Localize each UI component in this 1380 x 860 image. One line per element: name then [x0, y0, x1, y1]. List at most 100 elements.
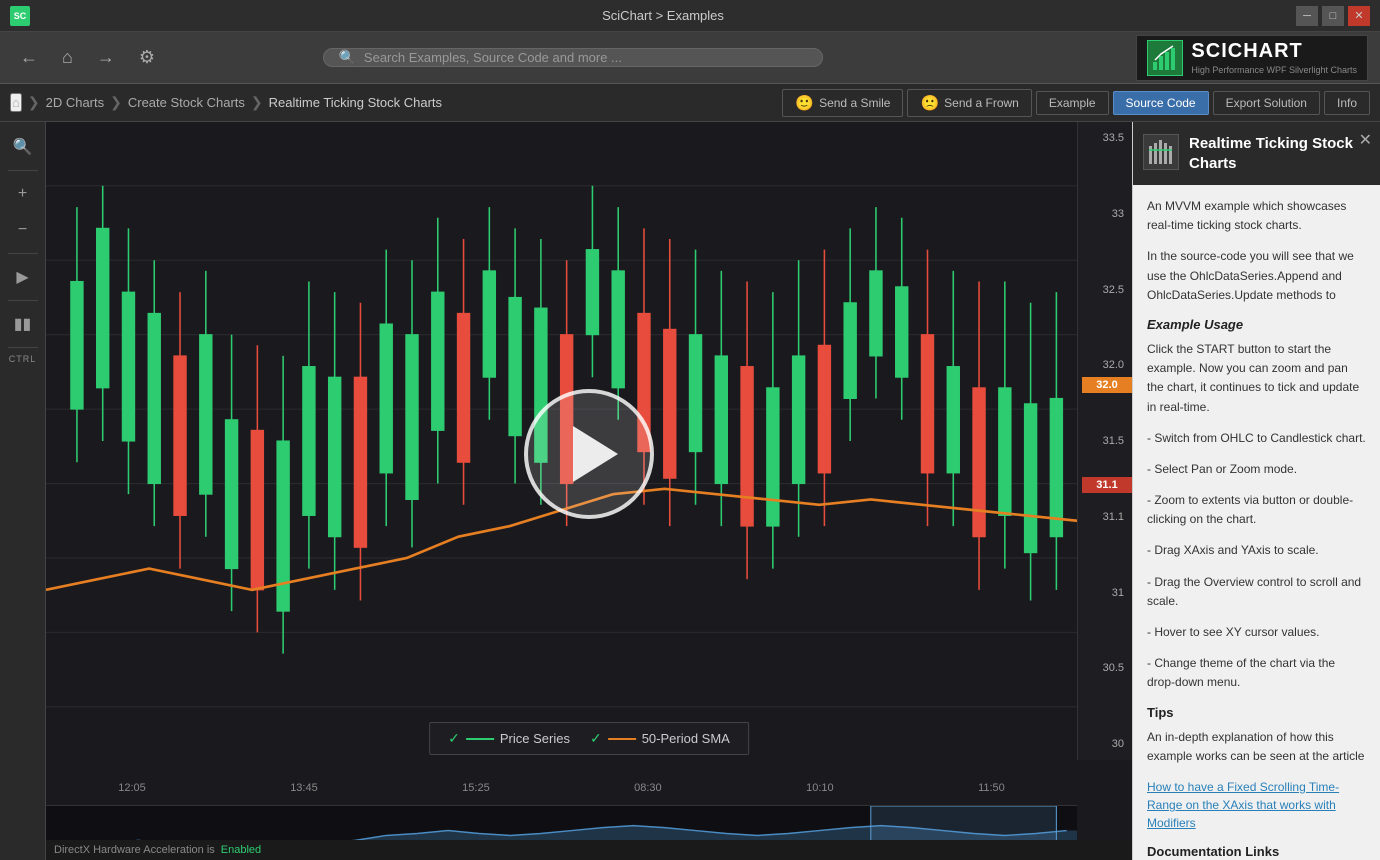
info-button[interactable]: Info — [1324, 91, 1370, 115]
x-axis: 12:05 13:45 15:25 08:30 10:10 11:50 — [46, 776, 1077, 800]
info-label: Info — [1337, 96, 1357, 110]
play-overlay-button[interactable] — [524, 389, 654, 519]
legend-price-series-label: Price Series — [500, 731, 570, 746]
logo-icon — [1147, 40, 1183, 76]
example-usage-title: Example Usage — [1147, 317, 1366, 332]
play-button[interactable]: ▶ — [4, 260, 42, 294]
logo-name: SCICHART — [1191, 40, 1357, 63]
example-tab[interactable]: Example — [1036, 91, 1109, 115]
send-smile-label: Send a Smile — [819, 96, 890, 110]
y-label-7: 31 — [1082, 587, 1128, 599]
status-bar: DirectX Hardware Acceleration is Enabled — [46, 840, 1132, 860]
y-label-2: 33 — [1082, 208, 1128, 220]
legend-check-green: ✓ — [448, 730, 460, 747]
send-frown-button[interactable]: 🙁 Send a Frown — [907, 89, 1031, 117]
y-label-6: 31.1 — [1082, 511, 1128, 523]
tips-title: Tips — [1147, 705, 1366, 720]
breadcrumb-2d-charts[interactable]: 2D Charts — [46, 95, 105, 110]
breadcrumb-create-stock-charts[interactable]: Create Stock Charts — [128, 95, 245, 110]
left-toolbar: 🔍 + − ▶ ▮▮ CTRL — [0, 122, 46, 860]
legend-check-orange: ✓ — [590, 730, 602, 747]
legend-sma: ✓ 50-Period SMA — [590, 730, 730, 747]
panel-title: Realtime Ticking Stock Charts — [1189, 134, 1366, 173]
export-solution-label: Export Solution — [1226, 96, 1307, 110]
search-input[interactable] — [364, 50, 809, 65]
window-controls: ─ □ ✕ — [1296, 6, 1370, 26]
main-content: 🔍 + − ▶ ▮▮ CTRL — [0, 122, 1380, 860]
price-badge-red: 31.1 — [1082, 477, 1132, 493]
minimize-button[interactable]: ─ — [1296, 6, 1318, 26]
zoom-in-button[interactable]: + — [4, 177, 42, 211]
right-panel-body: An MVVM example which showcases real-tim… — [1133, 185, 1380, 860]
zoom-out-button[interactable]: − — [4, 213, 42, 247]
export-solution-button[interactable]: Export Solution — [1213, 91, 1320, 115]
legend-price-series: ✓ Price Series — [448, 730, 570, 747]
maximize-button[interactable]: □ — [1322, 6, 1344, 26]
bullet-6: - Hover to see XY cursor values. — [1147, 623, 1366, 642]
search-icon: 🔍 — [338, 49, 355, 66]
smile-icon: 🙂 — [795, 94, 814, 112]
x-label-3: 15:25 — [462, 782, 490, 794]
toolbar: ← ⌂ → ⚙ 🔍 SCICHART High Performance WPF … — [0, 32, 1380, 84]
y-label-3: 32.5 — [1082, 284, 1128, 296]
logo-text-block: SCICHART High Performance WPF Silverligh… — [1191, 40, 1357, 75]
bullet-5: - Drag the Overview control to scroll an… — [1147, 573, 1366, 611]
breadcrumb-sep-2: ❯ — [110, 94, 122, 111]
home-button[interactable]: ⌂ — [54, 41, 81, 74]
titlebar: SC SciChart > Examples ─ □ ✕ — [0, 0, 1380, 32]
bullet-4: - Drag XAxis and YAxis to scale. — [1147, 541, 1366, 560]
forward-button[interactable]: → — [89, 41, 123, 74]
send-frown-label: Send a Frown — [944, 96, 1019, 110]
pause-button[interactable]: ▮▮ — [4, 307, 42, 341]
usage-text: Click the START button to start the exam… — [1147, 340, 1366, 417]
x-label-2: 13:45 — [290, 782, 318, 794]
settings-button[interactable]: ⚙ — [131, 41, 163, 74]
scichart-logo: SCICHART High Performance WPF Silverligh… — [1136, 35, 1368, 81]
x-label-1: 12:05 — [118, 782, 146, 794]
logo-subtitle: High Performance WPF Silverlight Charts — [1191, 65, 1357, 75]
breadcrumb-home[interactable]: ⌂ — [10, 93, 22, 112]
toolbar-divider-1 — [8, 170, 38, 171]
source-code-label: Source Code — [1126, 96, 1196, 110]
y-axis: 33.5 33 32.5 32.0 31.5 31.1 31 30.5 30 — [1077, 122, 1132, 760]
legend-line-orange — [608, 738, 636, 740]
breadcrumb-sep-3: ❯ — [251, 94, 263, 111]
chart-area[interactable]: 33.5 33 32.5 32.0 31.5 31.1 31 30.5 30 3… — [46, 122, 1132, 860]
y-label-8: 30.5 — [1082, 662, 1128, 674]
app-icon: SC — [10, 6, 30, 26]
y-label-1: 33.5 — [1082, 132, 1128, 144]
back-button[interactable]: ← — [12, 41, 46, 74]
bullet-7: - Change theme of the chart via the drop… — [1147, 654, 1366, 692]
tips-link[interactable]: How to have a Fixed Scrolling Time-Range… — [1147, 780, 1339, 830]
source-code-tab[interactable]: Source Code — [1113, 91, 1209, 115]
close-button[interactable]: ✕ — [1348, 6, 1370, 26]
panel-icon — [1143, 134, 1179, 170]
bullet-3: - Zoom to extents via button or double-c… — [1147, 491, 1366, 529]
y-label-4: 32.0 — [1082, 359, 1128, 371]
chart-legend: ✓ Price Series ✓ 50-Period SMA — [429, 722, 749, 755]
y-label-5: 31.5 — [1082, 435, 1128, 447]
frown-icon: 🙁 — [920, 94, 939, 112]
search-box[interactable]: 🔍 — [323, 48, 823, 67]
logo-container: SCICHART High Performance WPF Silverligh… — [1136, 35, 1368, 81]
breadcrumb-actions: 🙂 Send a Smile 🙁 Send a Frown Example So… — [782, 89, 1370, 117]
ctrl-label: CTRL — [9, 354, 37, 364]
price-badge-orange: 32.0 — [1082, 377, 1132, 393]
doc-links-title: Documentation Links — [1147, 844, 1366, 859]
panel-description-1: An MVVM example which showcases real-tim… — [1147, 197, 1366, 235]
panel-description-2: In the source-code you will see that we … — [1147, 247, 1366, 305]
send-smile-button[interactable]: 🙂 Send a Smile — [782, 89, 903, 117]
bullet-1: - Switch from OHLC to Candlestick chart. — [1147, 429, 1366, 448]
breadcrumb-current: Realtime Ticking Stock Charts — [269, 95, 442, 110]
zoom-extents-button[interactable]: 🔍 — [4, 130, 42, 164]
right-panel: Realtime Ticking Stock Charts ✕ An MVVM … — [1132, 122, 1380, 860]
toolbar-divider-4 — [8, 347, 38, 348]
x-label-6: 11:50 — [978, 782, 1005, 794]
tips-text: An in-depth explanation of how this exam… — [1147, 728, 1366, 766]
toolbar-divider-2 — [8, 253, 38, 254]
status-text: DirectX Hardware Acceleration is — [54, 844, 215, 856]
panel-close-button[interactable]: ✕ — [1359, 130, 1372, 150]
breadcrumb-sep-1: ❯ — [28, 94, 40, 111]
legend-sma-label: 50-Period SMA — [642, 731, 730, 746]
x-label-5: 10:10 — [806, 782, 834, 794]
